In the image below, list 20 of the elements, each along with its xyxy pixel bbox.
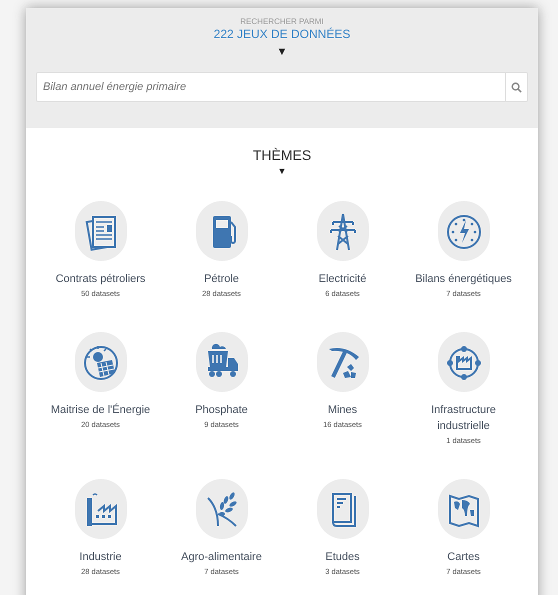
- theme-link[interactable]: Agro-alimentaire: [181, 549, 262, 565]
- theme-link[interactable]: Etudes: [325, 549, 360, 565]
- theme-link[interactable]: Contrats pétroliers: [56, 271, 146, 287]
- themes-heading: THÈMES: [252, 147, 312, 164]
- theme-link[interactable]: Mines: [328, 402, 358, 418]
- search-button[interactable]: [506, 72, 528, 102]
- theme-link[interactable]: Industrie: [79, 549, 122, 565]
- dataset-count-title: 222 JEUX DE DONNÉES: [214, 27, 350, 42]
- theme-link[interactable]: Infrastructure industrielle: [404, 402, 524, 434]
- theme-link[interactable]: Cartes: [447, 549, 480, 565]
- theme-link[interactable]: Bilans énergétiques: [415, 271, 512, 287]
- themes-toggle[interactable]: ▼: [278, 166, 286, 176]
- search-icon: [511, 82, 522, 92]
- expand-toggle[interactable]: ▼: [276, 46, 288, 58]
- search-field[interactable]: Bilan annuel énergie primaire: [36, 72, 506, 102]
- theme-link[interactable]: Electricité: [318, 271, 366, 287]
- search-overline: RECHERCHER PARMI: [240, 17, 324, 27]
- theme-link[interactable]: Phosphate: [195, 402, 248, 418]
- theme-link[interactable]: Pétrole: [204, 271, 239, 287]
- theme-link[interactable]: Maitrise de l'Énergie: [50, 402, 150, 418]
